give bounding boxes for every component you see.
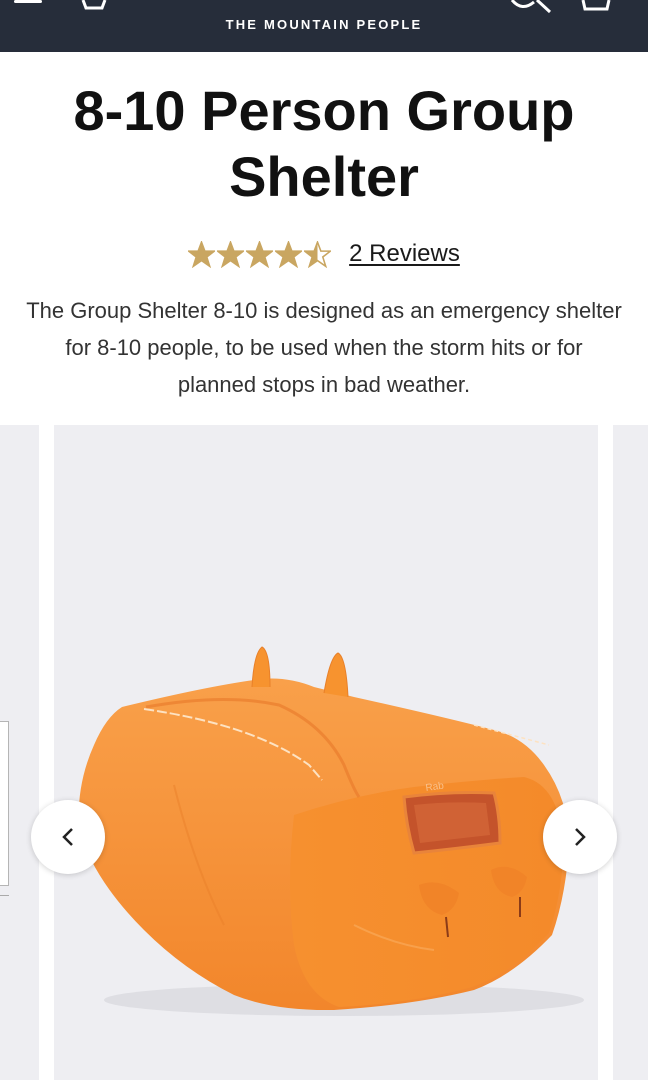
- product-description: The Group Shelter 8-10 is designed as an…: [26, 298, 622, 397]
- reviews-link[interactable]: 2 Reviews: [349, 240, 460, 268]
- shelter-image: Rab: [78, 646, 584, 1016]
- brand-logo[interactable]: ▀▀ ▀▀▀▀▀: [276, 0, 376, 4]
- account-icon[interactable]: [80, 0, 108, 12]
- side-divider: [0, 895, 9, 896]
- carousel-slide-current[interactable]: Rab: [54, 425, 598, 1080]
- top-header: ▀▀ ▀▀▀▀▀ THE MOUNTAIN PEOPLE: [0, 0, 648, 52]
- image-carousel[interactable]: Rab: [0, 425, 648, 1080]
- carousel-prev-button[interactable]: [31, 800, 105, 874]
- side-tab[interactable]: [0, 721, 9, 886]
- chevron-left-icon: [62, 828, 73, 846]
- star-full-icon: [188, 240, 216, 268]
- chevron-right-icon: [575, 828, 586, 846]
- star-full-icon: [217, 240, 245, 268]
- rating-row: 2 Reviews: [0, 240, 648, 268]
- tagline: THE MOUNTAIN PEOPLE: [225, 17, 423, 32]
- carousel-next-button[interactable]: [543, 800, 617, 874]
- menu-icon[interactable]: [14, 0, 44, 12]
- bag-icon[interactable]: [580, 0, 612, 14]
- star-half-icon: [304, 240, 332, 268]
- search-icon[interactable]: [510, 0, 556, 14]
- carousel-slide-next[interactable]: [613, 425, 648, 1080]
- product-title: 8-10 Person Group Shelter: [73, 79, 575, 208]
- star-rating: [188, 240, 332, 268]
- star-full-icon: [246, 240, 274, 268]
- star-full-icon: [275, 240, 303, 268]
